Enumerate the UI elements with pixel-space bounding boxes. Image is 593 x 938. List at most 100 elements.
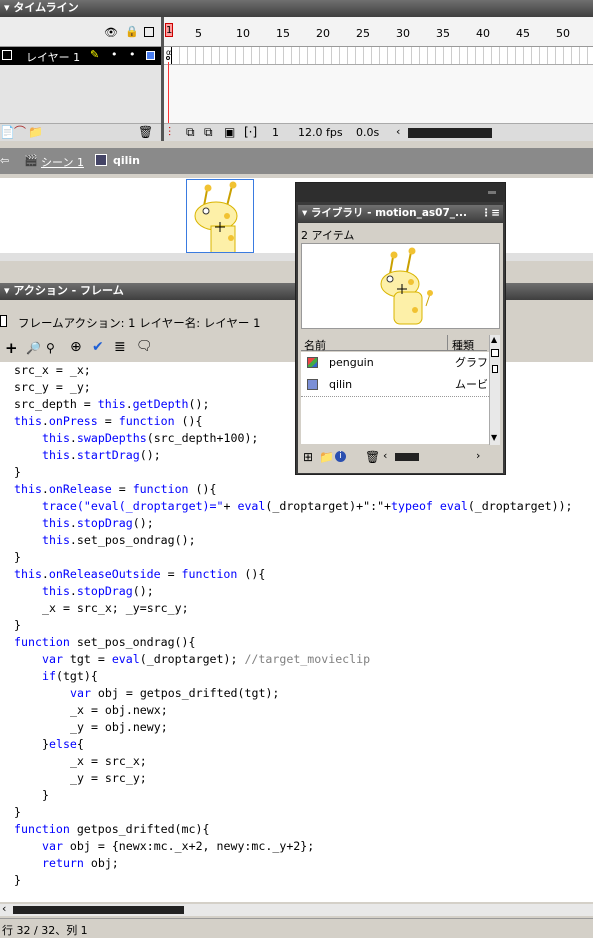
- drag-grip-icon[interactable]: [488, 191, 496, 194]
- col-kind-header[interactable]: 種類: [452, 337, 474, 353]
- code-line[interactable]: }else{: [42, 736, 84, 753]
- library-panel: ▾ ライブラリ - motion_as07_... ⋮≡ 2 アイテム 名前 種…: [295, 182, 506, 475]
- auto-format-icon[interactable]: ≣: [114, 340, 126, 354]
- code-line[interactable]: function getpos_drifted(mc){: [14, 821, 209, 838]
- library-hscroll-thumb[interactable]: [395, 453, 419, 461]
- code-line[interactable]: this.startDrag();: [42, 447, 161, 464]
- code-keyword: function: [132, 482, 189, 496]
- wide-view-icon[interactable]: [491, 349, 499, 357]
- code-line[interactable]: _y = src_y;: [70, 770, 147, 787]
- library-item-qilin[interactable]: qilin ムービ: [301, 374, 489, 397]
- add-layer-icon[interactable]: 📄: [0, 125, 15, 139]
- scroll-left-icon[interactable]: ‹: [2, 902, 6, 915]
- code-line[interactable]: src_depth = this.getDepth();: [14, 396, 209, 413]
- scroll-up-icon[interactable]: ▲: [491, 335, 497, 344]
- trash-icon[interactable]: 🗑: [138, 125, 153, 139]
- replace-icon[interactable]: ⚲: [46, 341, 55, 355]
- collapse-triangle-icon[interactable]: ▾: [4, 284, 10, 297]
- code-line[interactable]: function set_pos_ondrag(){: [14, 634, 195, 651]
- qilin-instance[interactable]: [186, 179, 254, 255]
- code-line[interactable]: src_y = _y;: [14, 379, 91, 396]
- options-menu-icon[interactable]: ⋮≡: [481, 205, 500, 221]
- code-line[interactable]: return obj;: [42, 855, 119, 872]
- lock-icon[interactable]: 🔒: [125, 25, 139, 38]
- layer-name[interactable]: レイヤー 1: [26, 49, 80, 65]
- code-line[interactable]: _y = obj.newy;: [70, 719, 168, 736]
- code-line[interactable]: _x = src_x; _y=src_y;: [42, 600, 189, 617]
- eye-icon[interactable]: 👁: [104, 26, 118, 39]
- code-keyword: function: [118, 414, 175, 428]
- col-name-header[interactable]: 名前: [304, 337, 326, 353]
- collapse-triangle-icon[interactable]: ▾: [302, 207, 307, 219]
- layer-row[interactable]: レイヤー 1 ✎ • •: [0, 47, 163, 65]
- narrow-view-icon[interactable]: [492, 365, 498, 373]
- code-hscroll-thumb[interactable]: [13, 906, 184, 914]
- code-line[interactable]: }: [14, 804, 21, 821]
- scroll-right-icon[interactable]: ›: [476, 449, 480, 462]
- edit-multiple-icon[interactable]: ▣: [224, 125, 235, 139]
- code-line[interactable]: src_x = _x;: [14, 362, 91, 379]
- playhead-marker[interactable]: 1: [165, 23, 173, 37]
- lock-dot-icon[interactable]: •: [129, 48, 136, 61]
- code-line[interactable]: trace("eval(_droptarget)="+ eval(_dropta…: [42, 498, 573, 515]
- code-line[interactable]: var tgt = eval(_droptarget); //target_mo…: [42, 651, 370, 668]
- check-syntax-icon[interactable]: ✔: [92, 340, 104, 354]
- code-text: .: [69, 431, 77, 445]
- scroll-down-icon[interactable]: ▼: [491, 433, 497, 442]
- code-line[interactable]: this.onPress = function (){: [14, 413, 203, 430]
- scroll-left-icon[interactable]: ‹: [383, 449, 387, 462]
- library-vscrollbar[interactable]: ▲ ▼: [489, 335, 500, 445]
- fps-readout[interactable]: 12.0 fps: [298, 126, 343, 139]
- col-divider[interactable]: [447, 335, 448, 351]
- center-frame-icon[interactable]: ⫶: [168, 125, 171, 139]
- code-line[interactable]: var obj = {newx:mc._x+2, newy:mc._y+2};: [42, 838, 314, 855]
- onion-markers-icon[interactable]: [·]: [244, 125, 257, 139]
- code-line[interactable]: this.stopDrag();: [42, 583, 154, 600]
- code-line[interactable]: }: [42, 787, 49, 804]
- collapse-triangle-icon[interactable]: ▾: [4, 1, 10, 14]
- code-hscrollbar[interactable]: ‹: [0, 902, 593, 916]
- new-folder-icon[interactable]: 📁: [319, 450, 334, 464]
- code-line[interactable]: _x = obj.newx;: [70, 702, 168, 719]
- code-line[interactable]: this.swapDepths(src_depth+100);: [42, 430, 258, 447]
- code-line[interactable]: }: [14, 549, 21, 566]
- frame-ruler[interactable]: 1 5 10 15 20 25 30 35 40 45 50: [164, 17, 593, 47]
- code-line[interactable]: this.stopDrag();: [42, 515, 154, 532]
- add-folder-icon[interactable]: 📁: [28, 125, 43, 139]
- trash-icon[interactable]: 🗑: [365, 450, 380, 464]
- breadcrumb-scene[interactable]: シーン 1: [41, 154, 84, 170]
- code-line[interactable]: if(tgt){: [42, 668, 98, 685]
- breadcrumb-symbol: qilin: [113, 154, 141, 167]
- onion-skin-icon[interactable]: ⧉: [186, 125, 195, 139]
- scroll-left-icon[interactable]: ‹: [396, 125, 400, 138]
- target-path-icon[interactable]: ⊕: [70, 340, 82, 354]
- frame-cells[interactable]: α: [164, 47, 593, 65]
- timeline-hscroll-thumb[interactable]: [408, 128, 492, 138]
- code-hint-icon[interactable]: 🗨: [136, 340, 153, 354]
- code-text: obj;: [83, 856, 119, 870]
- code-line[interactable]: }: [14, 617, 21, 634]
- code-text: tgt =: [62, 652, 112, 666]
- outline-icon[interactable]: [144, 27, 154, 37]
- library-gripper[interactable]: [296, 183, 505, 202]
- code-line[interactable]: var obj = getpos_drifted(tgt);: [70, 685, 279, 702]
- new-symbol-icon[interactable]: ⊞: [303, 450, 313, 464]
- visible-dot-icon[interactable]: •: [111, 48, 118, 61]
- back-arrow-icon[interactable]: ⇦: [0, 154, 9, 167]
- code-line[interactable]: this.set_pos_ondrag();: [42, 532, 196, 549]
- code-line[interactable]: }: [14, 464, 21, 481]
- code-line[interactable]: this.onRelease = function (){: [14, 481, 216, 498]
- code-text: src_y = _y;: [14, 380, 91, 394]
- onion-outline-icon[interactable]: ⧉: [204, 125, 213, 139]
- add-statement-icon[interactable]: +: [5, 341, 18, 356]
- layer-color-swatch[interactable]: [146, 51, 155, 60]
- code-line[interactable]: this.onReleaseOutside = function (){: [14, 566, 265, 583]
- code-line[interactable]: }: [14, 872, 21, 889]
- add-guide-icon[interactable]: ⌒: [14, 125, 26, 139]
- timeline-titlebar[interactable]: ▾ タイムライン: [0, 0, 593, 17]
- library-titlebar[interactable]: ▾ ライブラリ - motion_as07_... ⋮≡: [298, 205, 503, 222]
- code-line[interactable]: _x = src_x;: [70, 753, 147, 770]
- library-item-penguin[interactable]: penguin グラフィ: [301, 352, 489, 375]
- find-icon[interactable]: 🔎: [26, 341, 41, 355]
- properties-icon[interactable]: i: [335, 451, 346, 462]
